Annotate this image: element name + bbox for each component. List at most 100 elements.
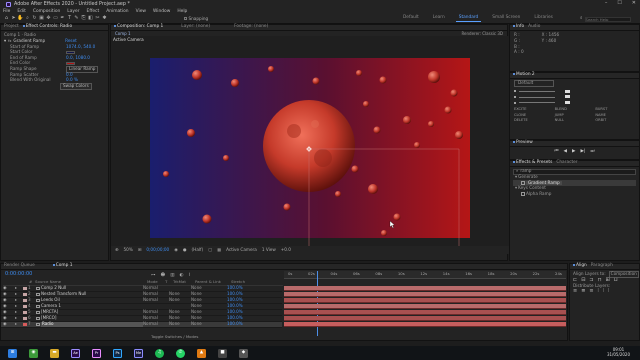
visibility-eye-icon[interactable]: ◉ xyxy=(1,303,15,309)
exposure-value[interactable]: +0.0 xyxy=(281,247,291,253)
fx-icon[interactable]: fx xyxy=(8,39,11,43)
close-button[interactable]: ✕ xyxy=(632,0,636,7)
view-layout-select[interactable]: 1 View xyxy=(262,247,276,253)
help-search[interactable]: ⌕ xyxy=(580,16,635,22)
premiere-icon[interactable]: Pr xyxy=(92,348,101,358)
comp-viewer[interactable]: Active Camera xyxy=(111,36,509,246)
visibility-eye-icon[interactable]: ◉ xyxy=(1,315,15,321)
first-frame-icon[interactable]: ⏮ xyxy=(554,149,558,154)
home-tool-icon[interactable]: ⌂ xyxy=(3,15,10,22)
tab-effects-presets[interactable]: Effects & Presets xyxy=(513,160,552,166)
zoom-tool-icon[interactable]: ⌕ xyxy=(24,15,31,22)
motion-jump-button[interactable]: JUMP xyxy=(555,113,595,117)
system-clock[interactable]: 09:01 31/05/2020 xyxy=(607,347,630,357)
workspace-standard[interactable]: Standard xyxy=(455,15,482,22)
motion-burst-button[interactable]: BURST xyxy=(595,107,635,111)
swap-colors-button[interactable]: Swap Colors xyxy=(60,82,92,90)
menu-effect[interactable]: Effect xyxy=(87,9,100,14)
start-color-swatch[interactable] xyxy=(66,50,75,55)
motion-blur-icon[interactable]: ◐ xyxy=(179,273,183,278)
distribute-hcenter-icon[interactable]: ⦙ xyxy=(603,288,604,295)
chevron-down-icon[interactable]: ▾ xyxy=(4,38,6,44)
puppet-tool-icon[interactable]: ✱ xyxy=(101,15,108,22)
tab-render-queue[interactable]: Render Queue xyxy=(4,263,35,269)
roto-tool-icon[interactable]: ✂ xyxy=(94,15,101,22)
app-icon[interactable]: ■ xyxy=(218,348,227,358)
menu-animation[interactable]: Animation xyxy=(106,9,128,14)
media-encoder-icon[interactable]: Me xyxy=(134,348,143,358)
eraser-tool-icon[interactable]: ◧ xyxy=(87,15,94,22)
timeline-timecode[interactable]: 0:00:00:00 xyxy=(5,271,32,278)
distribute-vcenter-icon[interactable]: ≣ xyxy=(581,288,585,295)
distribute-left-icon[interactable]: ⦙ xyxy=(598,288,599,295)
layer-bar[interactable] xyxy=(284,286,566,292)
snapshot-icon[interactable]: ◉ xyxy=(174,247,178,253)
grid-icon[interactable]: ⊞ xyxy=(138,247,142,253)
workspace-small-screen[interactable]: Small Screen xyxy=(489,15,523,22)
expand-icon[interactable]: ▸ xyxy=(15,303,23,309)
label-color-icon[interactable] xyxy=(23,292,27,297)
photoshop-icon[interactable]: Ps xyxy=(113,348,122,358)
layer-bar[interactable] xyxy=(284,304,566,310)
layer-bar[interactable] xyxy=(284,310,566,316)
next-frame-icon[interactable]: ▶| xyxy=(580,149,585,154)
tab-character[interactable]: Character xyxy=(556,160,577,166)
chrome-icon[interactable]: ◉ xyxy=(29,348,38,358)
label-color-icon[interactable] xyxy=(23,316,27,321)
label-color-icon[interactable] xyxy=(23,304,27,309)
hand-tool-icon[interactable]: ✋ xyxy=(17,15,24,22)
tree-alpha-ramp[interactable]: Alpha Ramp xyxy=(513,191,636,197)
motion-excite-button[interactable]: EXCITE xyxy=(514,107,554,111)
workspace-default[interactable]: Default xyxy=(400,15,422,22)
resolution-select[interactable]: (Half) xyxy=(192,247,204,253)
expand-icon[interactable]: ▸ xyxy=(15,315,23,321)
layer-bar[interactable] xyxy=(284,298,566,304)
visibility-eye-icon[interactable]: ◉ xyxy=(1,285,15,291)
tab-comp1[interactable]: Comp 1 xyxy=(53,263,73,269)
rotate-tool-icon[interactable]: ↻ xyxy=(31,15,38,22)
label-color-icon[interactable] xyxy=(23,298,27,303)
visibility-eye-icon[interactable]: ◉ xyxy=(1,291,15,297)
end-of-ramp-value[interactable]: 0.0, 1080.0 xyxy=(66,55,90,61)
minimize-button[interactable]: – xyxy=(605,0,608,7)
tab-composition[interactable]: Composition: Comp 1 xyxy=(114,24,163,30)
motion-null-button[interactable]: NULL xyxy=(555,118,595,122)
rectangle-tool-icon[interactable]: ▭ xyxy=(52,15,59,22)
tab-info[interactable]: Info xyxy=(513,24,524,30)
pan-behind-tool-icon[interactable]: ✥ xyxy=(45,15,52,22)
label-color-icon[interactable] xyxy=(23,322,27,327)
time-ruler[interactable]: 0s 02s 04s 06s 08s 10s 12s 14s 16s 18s 2… xyxy=(284,271,566,279)
app2-icon[interactable]: ◆ xyxy=(239,348,248,358)
layer-bar[interactable] xyxy=(284,316,566,322)
align-bottom-icon[interactable]: ⊔ xyxy=(614,277,618,284)
workspace-libraries[interactable]: Libraries xyxy=(531,15,556,22)
menu-layer[interactable]: Layer xyxy=(67,9,79,14)
comp-flowchart-icon[interactable]: ⊶ xyxy=(151,273,156,278)
expand-icon[interactable]: ▸ xyxy=(15,297,23,303)
label-color-icon[interactable] xyxy=(23,286,27,291)
tab-audio[interactable]: Audio xyxy=(528,24,540,30)
view-camera-select[interactable]: Active Camera xyxy=(226,247,257,253)
table-row-selected[interactable]: ◉ ▸ 7 Radio Normal None None 100.0% xyxy=(1,321,282,328)
motion-blend-button[interactable]: BLEND xyxy=(555,107,595,111)
end-color-swatch[interactable] xyxy=(66,62,75,66)
label-color-icon[interactable] xyxy=(23,310,27,315)
whatsapp-icon[interactable]: ✆ xyxy=(176,348,185,358)
expand-icon[interactable]: ▸ xyxy=(15,309,23,315)
play-icon[interactable]: ▶ xyxy=(572,149,575,154)
zoom-select[interactable]: 50% xyxy=(124,247,133,253)
tab-motion[interactable]: Motion 2 xyxy=(513,72,535,78)
expand-icon[interactable]: ▸ xyxy=(15,285,23,291)
folder-icon[interactable]: ▬ xyxy=(50,348,59,358)
menu-help[interactable]: Help xyxy=(177,9,187,14)
layer-bar-selected[interactable] xyxy=(284,322,566,328)
vlc-icon[interactable]: ▲ xyxy=(197,348,206,358)
tab-preview[interactable]: Preview xyxy=(513,140,533,146)
spotify-icon[interactable]: ♫ xyxy=(155,348,164,358)
tab-layer[interactable]: Layer: (none) xyxy=(181,24,210,30)
shy-icon[interactable]: ☻ xyxy=(161,273,166,278)
search-help-input[interactable] xyxy=(584,16,631,22)
tab-project[interactable]: Project xyxy=(4,24,19,30)
menu-view[interactable]: View xyxy=(136,9,146,14)
expand-icon[interactable]: ▸ xyxy=(15,321,23,327)
